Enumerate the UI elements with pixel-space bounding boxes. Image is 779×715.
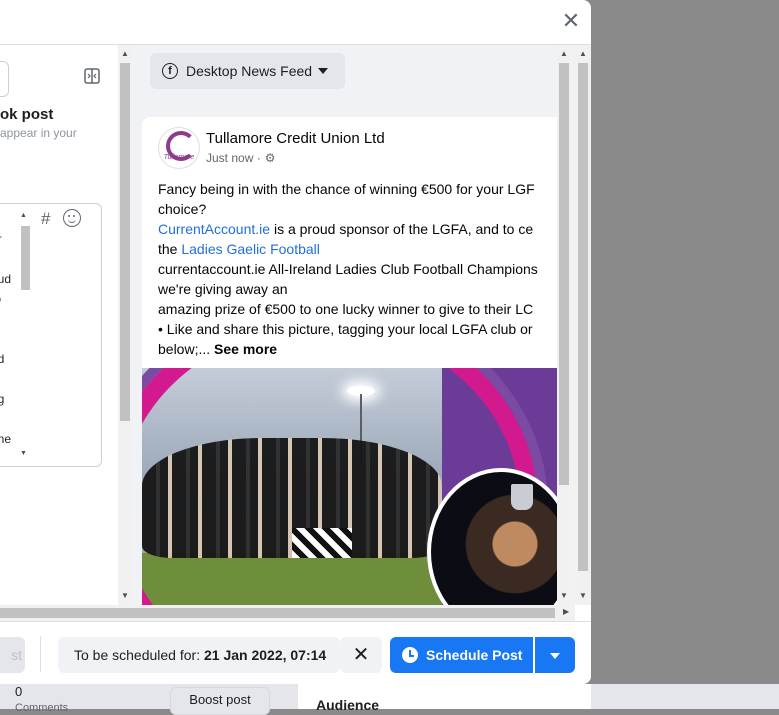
post-editor-panel: ok post appear in your or oud to ic nd n… xyxy=(0,45,118,605)
avatar-logo-text: Tullamore xyxy=(163,154,195,161)
post-body: Fancy being in with the chance of winnin… xyxy=(158,179,558,359)
post-text-line: amazing prize of €500 to one lucky winne… xyxy=(158,299,558,319)
hashtag-icon[interactable]: # xyxy=(41,209,50,229)
post-text-line: choice? xyxy=(158,199,558,219)
post-text: amazing prize of €500 to one lucky winne… xyxy=(158,301,534,317)
text-fragment: or xyxy=(0,232,2,246)
post-text: Fancy being in with the chance of winnin… xyxy=(158,181,535,197)
post-text: the xyxy=(158,241,182,257)
schedule-time-field[interactable]: To be scheduled for: 21 Jan 2022, 07:14 xyxy=(58,637,340,673)
scroll-thumb[interactable] xyxy=(0,608,555,618)
see-more-link[interactable]: See more xyxy=(214,341,277,357)
post-text: is a proud sponsor of the LGFA, and to c… xyxy=(270,221,534,237)
trophy-icon xyxy=(511,484,533,510)
facebook-icon: f xyxy=(162,63,178,79)
page-avatar[interactable]: Tullamore xyxy=(158,127,200,169)
chevron-down-icon xyxy=(318,68,328,74)
comment-count: 0 xyxy=(15,684,23,699)
scroll-down-icon[interactable]: ▼ xyxy=(121,591,129,600)
placement-label: Desktop News Feed xyxy=(186,63,313,79)
post-text-line: we're giving away an xyxy=(158,279,558,299)
close-icon[interactable]: ✕ xyxy=(560,10,582,32)
editor-scrollbar[interactable]: ▲ ▼ xyxy=(118,45,132,605)
post-link[interactable]: CurrentAccount.ie xyxy=(158,221,270,237)
scroll-thumb[interactable] xyxy=(21,226,30,290)
schedule-post-button[interactable]: Schedule Post xyxy=(390,637,533,673)
schedule-prefix: To be scheduled for: xyxy=(74,647,204,663)
post-preview-panel: f Desktop News Feed Tullamore Tullamore … xyxy=(132,45,575,605)
emoji-icon[interactable] xyxy=(63,209,81,227)
post-text-line: the Ladies Gaelic Football xyxy=(158,239,558,259)
post-photo[interactable] xyxy=(142,368,558,605)
post-text-line: • Like and share this picture, tagging y… xyxy=(158,319,558,339)
post-text-input[interactable]: or oud to ic nd ng one ic ▲ ▼ # xyxy=(0,203,102,467)
schedule-options-dropdown[interactable] xyxy=(535,637,575,673)
schedule-post-modal: ✕ ok post appear in your or oud to ic nd… xyxy=(0,0,591,684)
post-text-line: Fancy being in with the chance of winnin… xyxy=(158,179,558,199)
post-timestamp: Just now · ⚙ xyxy=(206,151,276,165)
audience-heading: Audience xyxy=(316,697,380,713)
post-text-line: CurrentAccount.ie is a proud sponsor of … xyxy=(158,219,558,239)
scroll-right-icon[interactable]: ▶ xyxy=(563,607,569,616)
scroll-thumb[interactable] xyxy=(120,63,130,421)
scroll-thumb[interactable] xyxy=(578,63,588,571)
post-text-line: currentaccount.ie All-Ireland Ladies Clu… xyxy=(158,259,558,279)
post-link[interactable]: Ladies Gaelic Football xyxy=(181,241,320,257)
textbox-scrollbar[interactable]: ▲ ▼ xyxy=(19,212,31,460)
scroll-down-icon[interactable]: ▼ xyxy=(20,450,27,457)
scroll-down-icon[interactable]: ▼ xyxy=(579,591,587,600)
text-fragment: nd xyxy=(0,352,5,366)
post-text: choice? xyxy=(158,201,207,217)
scroll-thumb[interactable] xyxy=(559,63,569,485)
modal-header: ✕ xyxy=(0,0,591,45)
boost-post-button[interactable]: Boost post xyxy=(170,687,270,715)
preview-scrollbar[interactable]: ▲ ▼ xyxy=(557,45,571,605)
modal-scrollbar[interactable]: ▲ ▼ xyxy=(575,45,591,605)
horizontal-scrollbar[interactable]: ▶ xyxy=(0,605,575,621)
text-fragment: to xyxy=(0,292,1,306)
scroll-up-icon[interactable]: ▲ xyxy=(121,49,129,58)
gear-icon: ⚙ xyxy=(264,151,276,165)
post-text-line: below;... See more xyxy=(158,339,558,359)
scroll-up-icon[interactable]: ▲ xyxy=(20,212,27,219)
schedule-post-label: Schedule Post xyxy=(426,647,523,663)
scroll-down-icon[interactable]: ▼ xyxy=(560,591,568,600)
comments-label: Comments xyxy=(15,702,69,714)
post-text: • Like and share this picture, tagging y… xyxy=(158,321,533,337)
post-preview-card: Tullamore Tullamore Credit Union Ltd Jus… xyxy=(142,117,558,605)
clock-icon xyxy=(402,647,418,663)
chevron-down-icon xyxy=(550,653,560,659)
post-text: below;... xyxy=(158,341,215,357)
text-fragment: ng xyxy=(0,392,5,406)
editor-title: ok post xyxy=(0,106,54,123)
modal-footer: st To be scheduled for: 21 Jan 2022, 07:… xyxy=(0,621,591,684)
clear-schedule-button[interactable]: ✕ xyxy=(340,637,382,673)
team-flag xyxy=(292,528,352,558)
secondary-button[interactable]: st xyxy=(0,637,25,673)
page-name[interactable]: Tullamore Credit Union Ltd xyxy=(206,130,385,147)
divider xyxy=(40,636,41,672)
split-view-icon[interactable] xyxy=(84,68,100,84)
editor-subtitle: appear in your xyxy=(0,126,77,140)
scroll-up-icon[interactable]: ▲ xyxy=(560,49,568,58)
text-fragment: oud xyxy=(0,272,12,286)
post-text: currentaccount.ie All-Ireland Ladies Clu… xyxy=(158,261,538,277)
schedule-date: 21 Jan 2022, 07:14 xyxy=(203,647,327,663)
editor-field[interactable] xyxy=(0,61,9,97)
scroll-up-icon[interactable]: ▲ xyxy=(579,49,587,58)
placement-dropdown[interactable]: f Desktop News Feed xyxy=(150,53,345,89)
post-text: we're giving away an xyxy=(158,281,288,297)
text-fragment: one xyxy=(0,432,12,446)
